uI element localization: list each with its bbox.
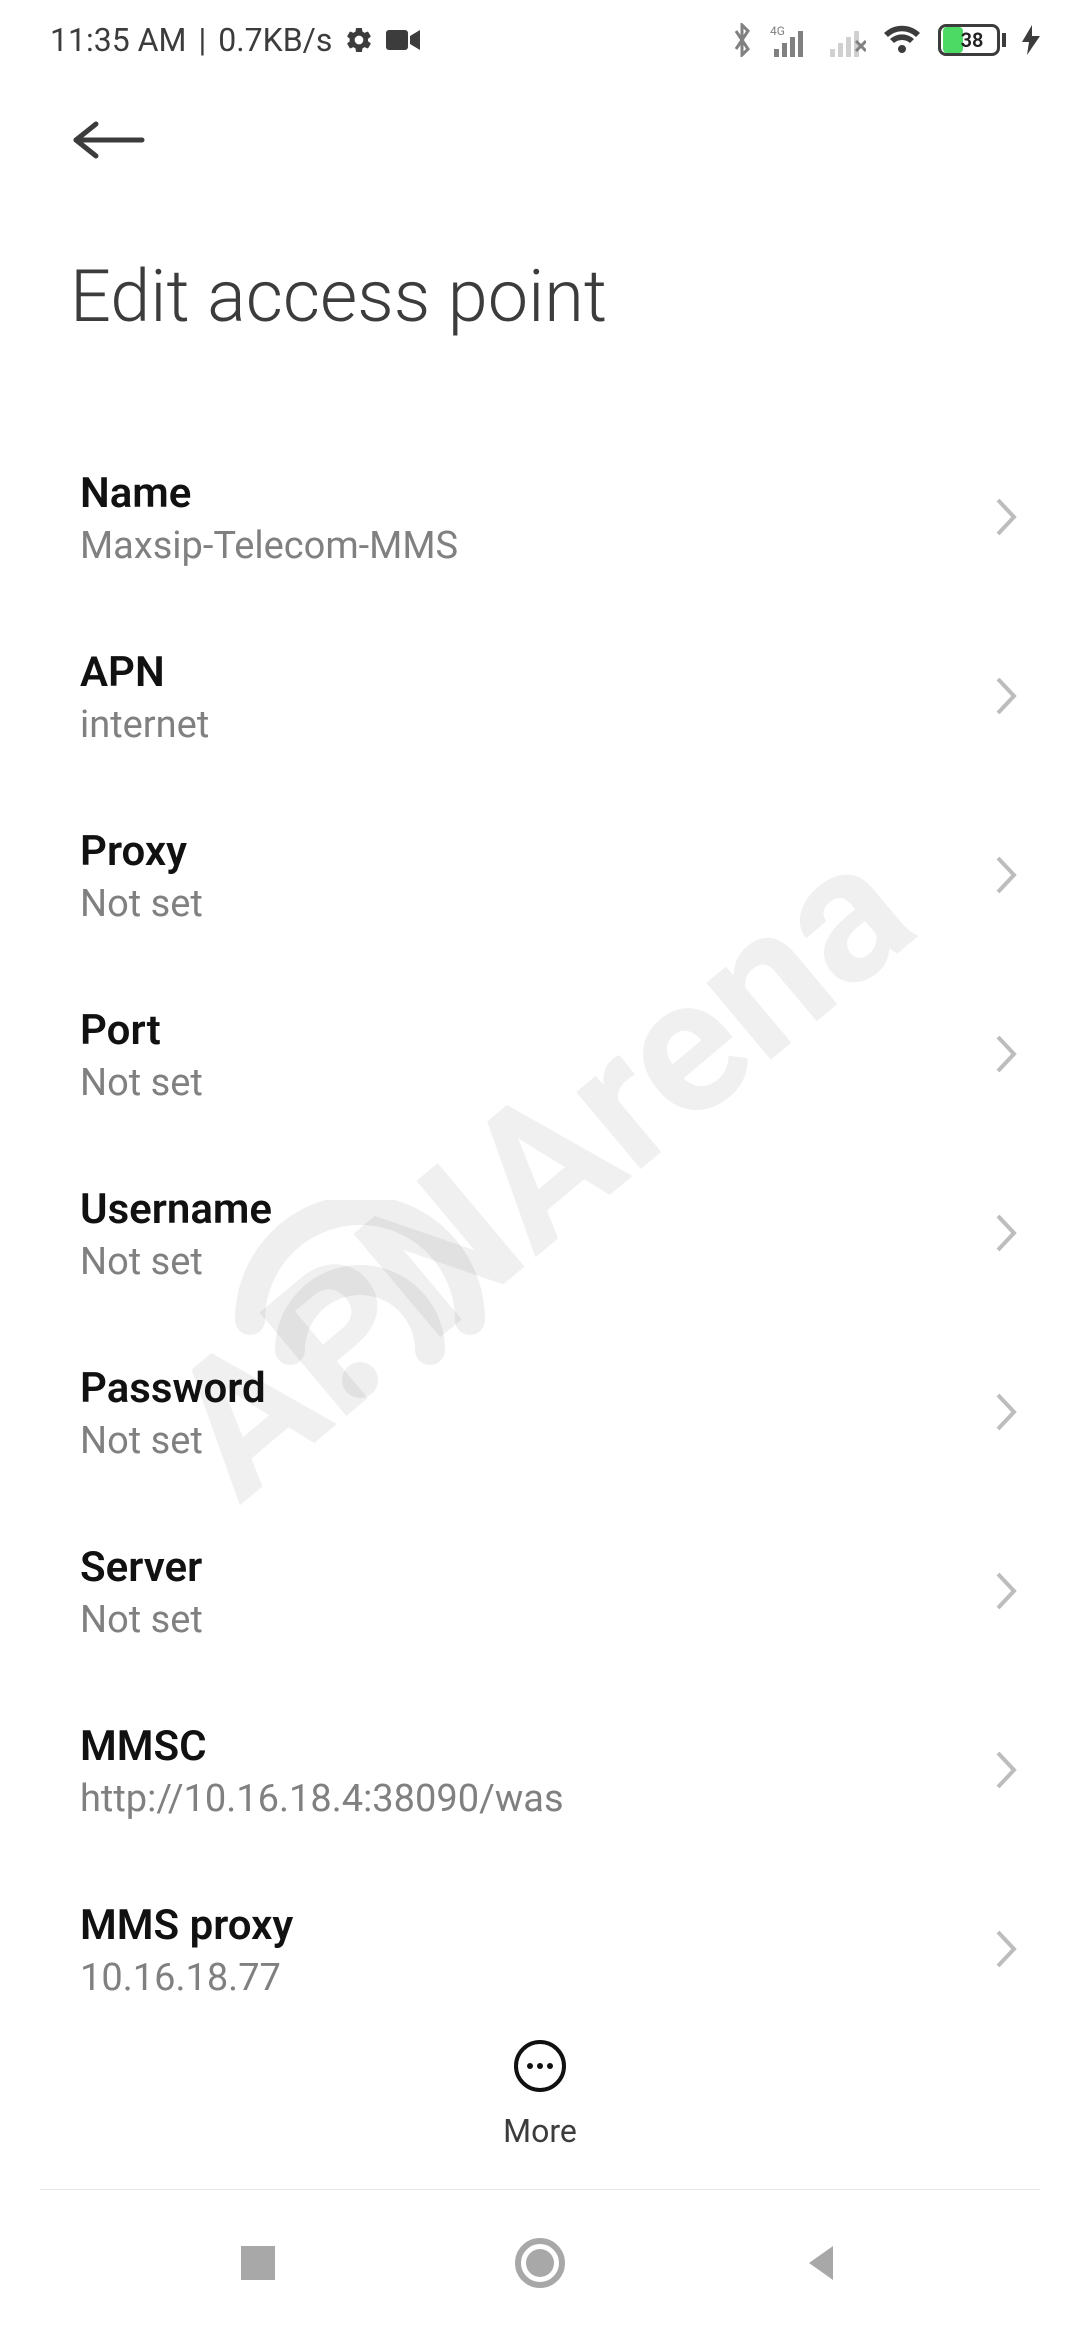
battery-percent: 38 [941, 28, 1003, 52]
chevron-right-icon [994, 1391, 1020, 1437]
row-label: Name [80, 469, 458, 518]
chevron-right-icon [994, 1033, 1020, 1079]
nav-back-button[interactable] [799, 2240, 845, 2290]
row-apn[interactable]: APN internet [0, 608, 1080, 787]
signal-4g-icon: 4G [770, 23, 810, 57]
row-mms-proxy[interactable]: MMS proxy 10.16.18.77 [0, 1861, 1080, 2010]
page-title: Edit access point [0, 164, 1080, 369]
row-value: Not set [80, 1240, 272, 1284]
status-net-speed: 0.7KB/s [218, 21, 332, 59]
row-proxy[interactable]: Proxy Not set [0, 787, 1080, 966]
row-value: Maxsip-Telecom-MMS [80, 524, 458, 568]
row-port[interactable]: Port Not set [0, 966, 1080, 1145]
battery-icon: 38 [938, 24, 1006, 56]
gear-icon [344, 25, 374, 55]
chevron-right-icon [994, 1928, 1020, 1974]
row-value: http://10.16.18.4:38090/was [80, 1777, 564, 1821]
wifi-icon [882, 25, 922, 55]
signal-none-icon [826, 23, 866, 57]
chevron-right-icon [994, 675, 1020, 721]
row-label: APN [80, 648, 209, 697]
svg-text:4G: 4G [770, 24, 785, 38]
chevron-right-icon [994, 1749, 1020, 1795]
more-label: More [503, 2112, 577, 2150]
status-bar: 11:35 AM | 0.7KB/s 4G 38 [0, 0, 1080, 80]
nav-home-button[interactable] [512, 2235, 568, 2295]
header [0, 80, 1080, 164]
row-value: internet [80, 703, 209, 747]
row-value: Not set [80, 1061, 203, 1105]
row-server[interactable]: Server Not set [0, 1503, 1080, 1682]
row-username[interactable]: Username Not set [0, 1145, 1080, 1324]
row-label: Proxy [80, 827, 203, 876]
row-label: MMSC [80, 1722, 564, 1771]
bluetooth-icon [730, 23, 754, 57]
charging-bolt-icon [1022, 25, 1040, 55]
more-button[interactable]: More [0, 2018, 1080, 2150]
row-value: 10.16.18.77 [80, 1956, 293, 2000]
row-value: Not set [80, 1419, 266, 1463]
settings-list: Name Maxsip-Telecom-MMS APN internet Pro… [0, 369, 1080, 2010]
row-label: Server [80, 1543, 203, 1592]
status-time: 11:35 AM [50, 21, 186, 59]
status-separator: | [198, 21, 206, 59]
chevron-right-icon [994, 1570, 1020, 1616]
row-label: Username [80, 1185, 272, 1234]
row-value: Not set [80, 882, 203, 926]
nav-recents-button[interactable] [235, 2240, 281, 2290]
navigation-bar [0, 2190, 1080, 2340]
more-icon [512, 2038, 568, 2098]
row-mmsc[interactable]: MMSC http://10.16.18.4:38090/was [0, 1682, 1080, 1861]
video-icon [386, 28, 420, 52]
row-label: Password [80, 1364, 266, 1413]
row-label: Port [80, 1006, 203, 1055]
row-name[interactable]: Name Maxsip-Telecom-MMS [0, 429, 1080, 608]
row-value: Not set [80, 1598, 203, 1642]
row-password[interactable]: Password Not set [0, 1324, 1080, 1503]
back-button[interactable] [70, 145, 148, 164]
row-label: MMS proxy [80, 1901, 293, 1950]
chevron-right-icon [994, 1212, 1020, 1258]
chevron-right-icon [994, 496, 1020, 542]
chevron-right-icon [994, 854, 1020, 900]
